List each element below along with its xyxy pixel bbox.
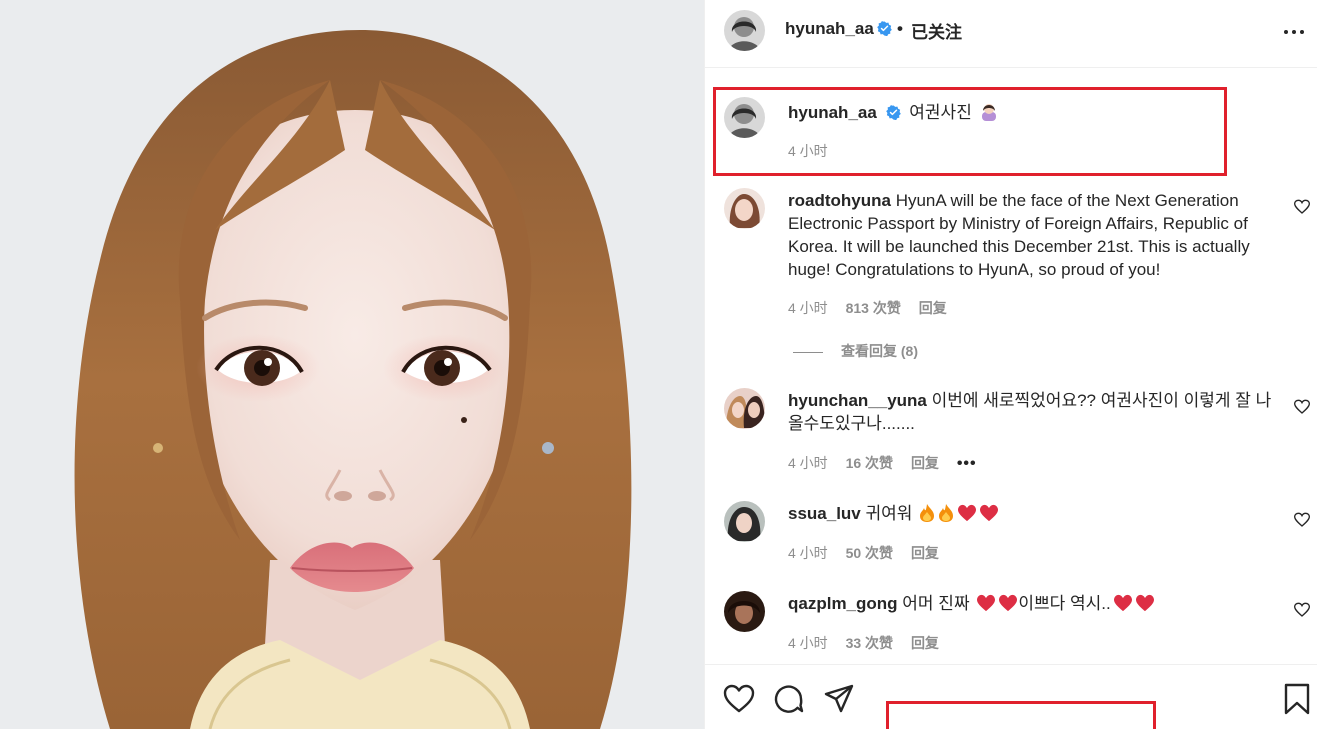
- red-heart-emoji-icon: [977, 594, 996, 612]
- comment-icon[interactable]: [773, 683, 805, 715]
- comment-username[interactable]: hyunchan__yuna: [788, 391, 927, 410]
- red-heart-emoji-icon: [958, 504, 977, 522]
- comment-likes[interactable]: 813 次赞: [846, 300, 901, 316]
- heart-icon[interactable]: [1294, 199, 1310, 215]
- heart-icon[interactable]: [1294, 512, 1310, 528]
- comment-item: roadtohyuna HyunA will be the face of th…: [705, 186, 1317, 366]
- post-photo[interactable]: [0, 0, 704, 729]
- verified-badge-icon: [885, 105, 901, 120]
- comment-item: qazplm_gong 어머 진짜 이쁘다 역시.. 4 小时 33 次赞 回复: [705, 589, 1317, 659]
- share-icon[interactable]: [823, 683, 855, 715]
- woman-emoji-icon: [981, 104, 996, 121]
- caption-time[interactable]: 4 小时: [788, 141, 828, 161]
- comment-text: roadtohyuna HyunA will be the face of th…: [788, 189, 1278, 281]
- comment-more-icon[interactable]: •••: [957, 455, 977, 472]
- fire-emoji-icon: [920, 504, 935, 522]
- comment-avatar[interactable]: [724, 388, 765, 429]
- post-header: hyunah_aa • 已关注: [705, 0, 1317, 68]
- comment-avatar[interactable]: [724, 591, 765, 632]
- bookmark-icon[interactable]: [1281, 683, 1313, 715]
- caption-text: 여권사진: [909, 103, 972, 122]
- caption-line: hyunah_aa 여권사진: [788, 98, 999, 123]
- heart-icon[interactable]: [723, 683, 755, 715]
- view-replies-button[interactable]: 查看回复 (8): [793, 341, 918, 361]
- author-username[interactable]: hyunah_aa: [785, 19, 874, 39]
- heart-icon[interactable]: [1294, 399, 1310, 415]
- caption-username[interactable]: hyunah_aa: [788, 103, 877, 122]
- comment-body: 이쁘다 역시..: [1018, 594, 1111, 613]
- comment-username[interactable]: qazplm_gong: [788, 594, 898, 613]
- comment-text: hyunchan__yuna 이번에 새로찍었어요?? 여권사진이 이렇게 잘 …: [788, 389, 1278, 435]
- comment-username[interactable]: ssua_luv: [788, 504, 861, 523]
- reply-button[interactable]: 回复: [919, 300, 947, 316]
- comment-body: 귀여워: [865, 504, 913, 523]
- comment-meta: 4 小时 50 次赞 回复: [788, 543, 953, 563]
- post-detail-panel: hyunah_aa • 已关注 hyunah_aa 여권사진 4 小时 road…: [704, 0, 1317, 729]
- comment-text: ssua_luv 귀여워: [788, 502, 1278, 525]
- reply-button[interactable]: 回复: [911, 545, 939, 561]
- comment-time[interactable]: 4 小时: [788, 300, 828, 316]
- header-separator: •: [897, 19, 903, 38]
- post-action-bar: [705, 664, 1317, 729]
- reply-button[interactable]: 回复: [911, 635, 939, 651]
- comment-likes[interactable]: 33 次赞: [846, 635, 893, 651]
- comment-item: ssua_luv 귀여워 4 小时 50 次赞 回复: [705, 499, 1317, 569]
- comment-time[interactable]: 4 小时: [788, 635, 828, 651]
- comment-likes[interactable]: 16 次赞: [846, 455, 893, 471]
- comment-avatar[interactable]: [724, 188, 765, 229]
- comment-body: 어머 진짜: [902, 594, 970, 613]
- heart-icon[interactable]: [1294, 602, 1310, 618]
- portrait-image: [0, 0, 704, 729]
- comment-meta: 4 小时 33 次赞 回复: [788, 633, 953, 653]
- red-heart-emoji-icon: [1135, 594, 1154, 612]
- red-heart-emoji-icon: [999, 594, 1018, 612]
- replies-divider: [793, 351, 823, 353]
- reply-button[interactable]: 回复: [911, 455, 939, 471]
- comment-text: qazplm_gong 어머 진짜 이쁘다 역시..: [788, 592, 1278, 615]
- follow-status-button[interactable]: 已关注: [911, 18, 962, 43]
- view-replies-label: 查看回复 (8): [841, 343, 918, 359]
- comment-meta: 4 小时 16 次赞 回复 •••: [788, 453, 991, 473]
- red-heart-emoji-icon: [1113, 594, 1132, 612]
- fire-emoji-icon: [939, 504, 954, 522]
- post-caption: hyunah_aa 여권사진 4 小时: [705, 68, 1317, 173]
- red-heart-emoji-icon: [980, 504, 999, 522]
- comment-meta: 4 小时 813 次赞 回复: [788, 298, 961, 318]
- caption-avatar[interactable]: [724, 97, 765, 138]
- comment-item: hyunchan__yuna 이번에 새로찍었어요?? 여권사진이 이렇게 잘 …: [705, 386, 1317, 476]
- author-avatar[interactable]: [724, 10, 765, 51]
- verified-badge-icon: [873, 21, 892, 39]
- comment-likes[interactable]: 50 次赞: [846, 545, 893, 561]
- comment-time[interactable]: 4 小时: [788, 455, 828, 471]
- comment-time[interactable]: 4 小时: [788, 545, 828, 561]
- more-icon[interactable]: [1283, 21, 1305, 41]
- comment-avatar[interactable]: [724, 501, 765, 542]
- comment-username[interactable]: roadtohyuna: [788, 191, 891, 210]
